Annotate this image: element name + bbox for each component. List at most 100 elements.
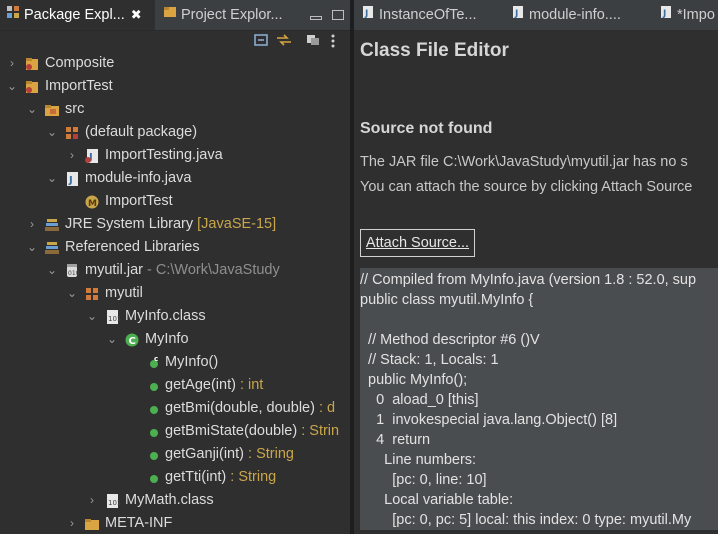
tree-item-method-getbmi[interactable]: getBmi(double, double) : d	[0, 397, 350, 420]
maximize-icon[interactable]	[332, 10, 344, 20]
expand-arrow-icon[interactable]: ›	[6, 52, 18, 75]
tree-item-module-importtest[interactable]: M ImportTest	[0, 190, 350, 213]
code-line: // Stack: 1, Locals: 1	[360, 352, 499, 368]
tree-item-label: getTti(int) : String	[165, 466, 276, 489]
tree-item-module-info-java[interactable]: ⌄ J module-info.java	[0, 167, 350, 190]
expand-arrow-icon[interactable]: ›	[26, 213, 38, 236]
collapse-arrow-icon[interactable]: ⌄	[66, 282, 78, 305]
tree-item-importtest[interactable]: ⌄ ImportTest	[0, 75, 350, 98]
tree-item-myutil-package[interactable]: ⌄ myutil	[0, 282, 350, 305]
tree-item-label: myutil.jar - C:\Work\JavaStudy	[85, 259, 280, 282]
code-line: // Compiled from MyInfo.java (version 1.…	[360, 272, 697, 288]
tree-item-method-gettti[interactable]: getTti(int) : String	[0, 466, 350, 489]
java-file-icon: J	[362, 0, 374, 30]
tab-package-explorer[interactable]: Package Expl... ✖	[0, 0, 155, 30]
minimize-icon[interactable]	[309, 16, 322, 20]
expand-arrow-icon[interactable]: ›	[66, 512, 78, 534]
tab-project-explorer[interactable]: Project Explor...	[157, 0, 297, 30]
tree-item-constructor[interactable]: c MyInfo()	[0, 351, 350, 374]
svg-text:C: C	[129, 336, 136, 347]
code-line: Local variable table:	[360, 492, 514, 508]
collapse-arrow-icon[interactable]: ⌄	[46, 259, 58, 282]
return-type: : String	[230, 469, 277, 485]
bytecode-view[interactable]: // Compiled from MyInfo.java (version 1.…	[360, 268, 718, 530]
tree-item-decoration: - C:\Work\JavaStudy	[147, 262, 280, 278]
tree-item-default-package[interactable]: ⌄ (default package)	[0, 121, 350, 144]
tree-item-label: MyInfo()	[165, 354, 219, 370]
tree-item-myutil-jar[interactable]: ⌄ 010 myutil.jar - C:\Work\JavaStudy	[0, 259, 350, 282]
svg-text:101: 101	[108, 315, 120, 323]
attach-source-button[interactable]: Attach Source...	[360, 229, 475, 257]
svg-text:J: J	[68, 175, 73, 186]
java-file-icon: J	[512, 0, 524, 30]
jar-icon: 010	[64, 263, 80, 279]
tree-item-composite[interactable]: › Composite	[0, 52, 350, 75]
tab-module-info[interactable]: J module-info....	[512, 0, 621, 30]
tree-item-method-getbmistate[interactable]: getBmiState(double) : Strin	[0, 420, 350, 443]
source-folder-icon	[44, 102, 60, 118]
expand-arrow-icon[interactable]: ›	[86, 489, 98, 512]
collapse-arrow-icon[interactable]: ⌄	[106, 328, 118, 351]
tree-item-text: getBmiState(double)	[165, 423, 298, 439]
tab-label: InstanceOfTe...	[379, 7, 477, 23]
tree-item-meta-inf[interactable]: › META-INF	[0, 512, 350, 534]
tree-item-src[interactable]: ⌄ src	[0, 98, 350, 121]
code-line: Line numbers:	[360, 452, 477, 468]
tab-label: Project Explor...	[181, 7, 283, 23]
tree-item-label: myutil	[105, 285, 143, 301]
collapse-arrow-icon[interactable]: ⌄	[26, 98, 38, 121]
filter-icon[interactable]	[306, 34, 320, 46]
class-file-icon: 101	[104, 493, 121, 509]
java-file-icon: J	[64, 171, 80, 187]
public-method-icon	[146, 378, 162, 394]
package-icon	[64, 125, 80, 141]
tree-item-importtesting-java[interactable]: › J ImportTesting.java	[0, 144, 350, 167]
library-icon	[44, 217, 60, 233]
tree-item-label: MyInfo.class	[125, 308, 206, 324]
tree-item-label: JRE System Library [JavaSE-15]	[65, 213, 276, 236]
expand-arrow-icon[interactable]: ›	[66, 144, 78, 167]
left-tab-bar: Package Expl... ✖ Project Explor...	[0, 0, 350, 31]
tree-item-myinfo-type[interactable]: ⌄ C MyInfo	[0, 328, 350, 351]
tree-item-decoration: [JavaSE-15]	[197, 216, 277, 232]
view-menu-icon[interactable]	[330, 34, 338, 48]
tree-item-text: getBmi(double, double)	[165, 400, 315, 416]
return-type: : d	[318, 400, 336, 416]
collapse-arrow-icon[interactable]: ⌄	[86, 305, 98, 328]
tree-item-mymath-class[interactable]: › 101 MyMath.class	[0, 489, 350, 512]
svg-text:101: 101	[108, 499, 120, 507]
tree-item-label: src	[65, 101, 85, 117]
return-type: : String	[248, 446, 294, 462]
code-line: // Method descriptor #6 ()V	[360, 332, 540, 348]
tab-label: module-info....	[529, 7, 621, 23]
collapse-arrow-icon[interactable]: ⌄	[6, 75, 18, 98]
tree-item-jre-system-library[interactable]: › JRE System Library [JavaSE-15]	[0, 213, 350, 236]
collapse-all-icon[interactable]	[254, 34, 268, 46]
code-line: 4 return	[360, 432, 431, 448]
module-icon: M	[84, 194, 100, 210]
public-method-icon	[146, 447, 162, 463]
tree-item-label: ImportTest	[45, 78, 113, 94]
collapse-arrow-icon[interactable]: ⌄	[26, 236, 38, 259]
code-line: [pc: 0, pc: 5] local: this index: 0 type…	[360, 512, 692, 528]
tree-item-text: JRE System Library	[65, 216, 194, 232]
tab-instanceof[interactable]: J InstanceOfTe...	[362, 0, 477, 30]
collapse-arrow-icon[interactable]: ⌄	[46, 167, 58, 190]
public-method-icon	[146, 424, 162, 440]
close-icon[interactable]: ✖	[131, 0, 142, 30]
tree-item-myinfo-class[interactable]: ⌄ 101 MyInfo.class	[0, 305, 350, 328]
class-file-icon: 101	[104, 309, 121, 325]
svg-text:M: M	[88, 199, 97, 209]
tree-item-label: ImportTest	[105, 193, 173, 209]
collapse-arrow-icon[interactable]: ⌄	[46, 121, 58, 144]
tree-item-method-getage[interactable]: getAge(int) : int	[0, 374, 350, 397]
tree-item-referenced-libraries[interactable]: ⌄ Referenced Libraries	[0, 236, 350, 259]
java-file-icon: J	[84, 148, 100, 164]
tree-item-label: Composite	[45, 55, 115, 71]
public-method-icon	[146, 470, 162, 486]
link-with-editor-icon[interactable]	[276, 34, 291, 46]
svg-text:J: J	[662, 9, 666, 19]
tree-item-method-getganji[interactable]: getGanji(int) : String	[0, 443, 350, 466]
tab-importtesting[interactable]: J *Impo	[660, 0, 715, 30]
java-file-icon: J	[660, 0, 672, 30]
